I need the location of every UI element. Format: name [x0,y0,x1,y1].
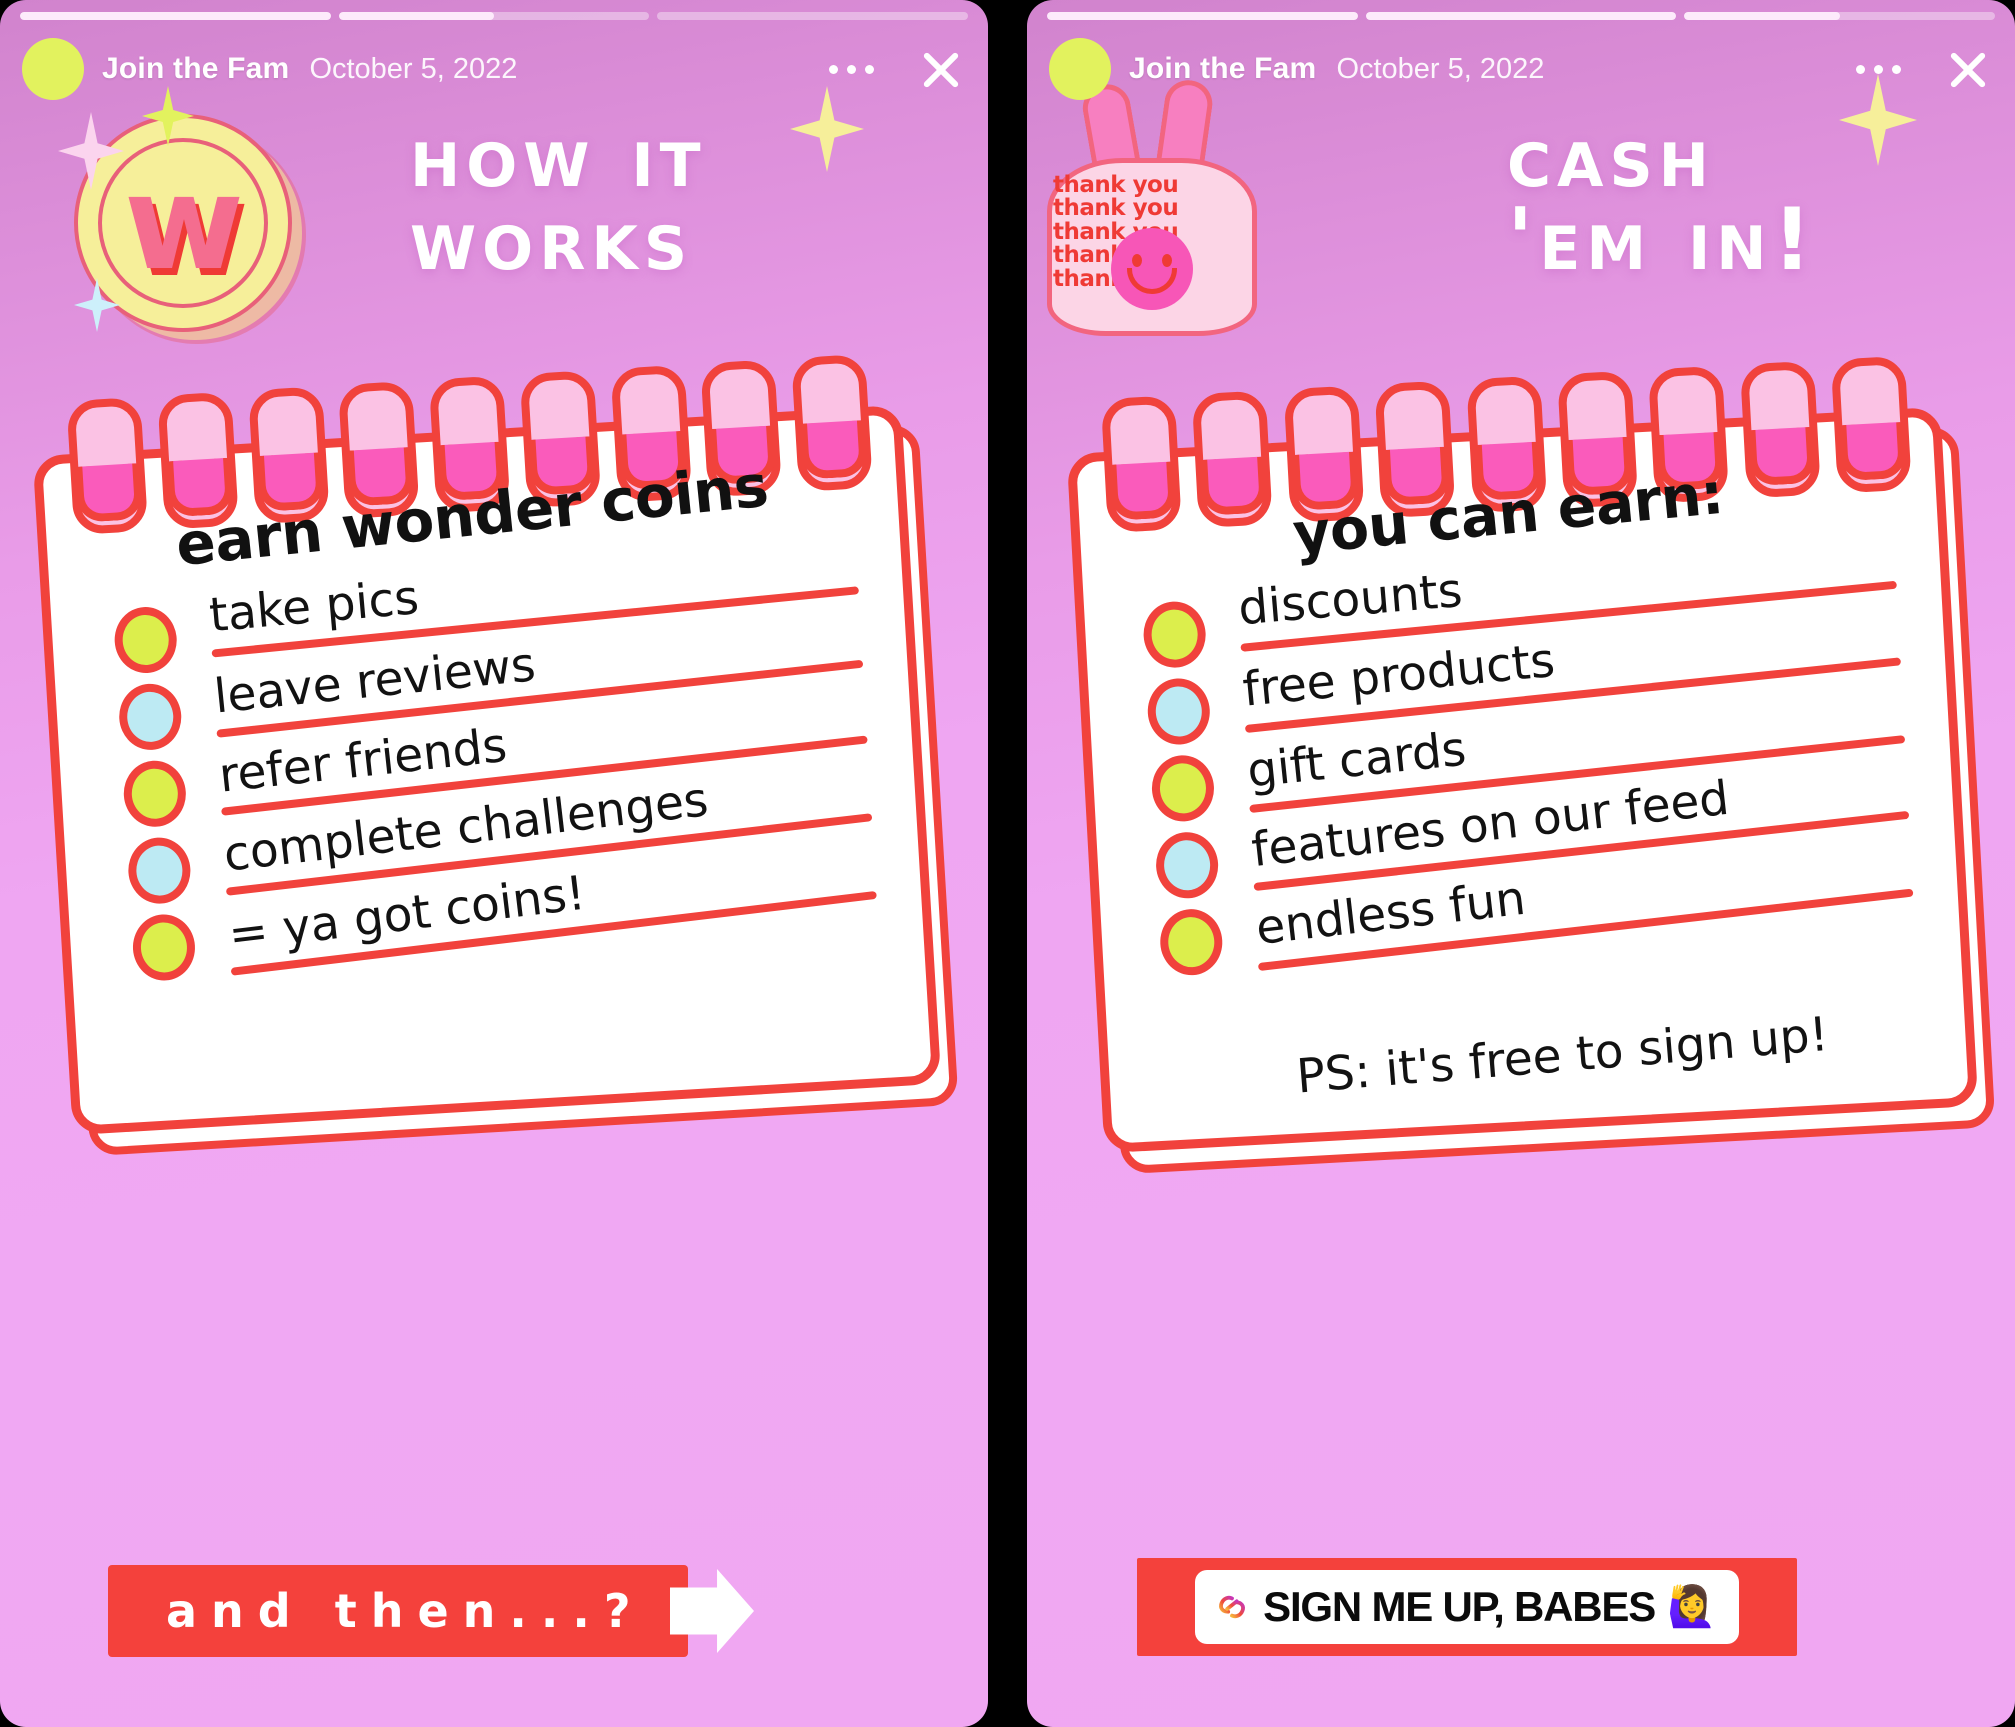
spiral-ring-icon [338,382,403,503]
close-icon[interactable] [1941,43,1993,95]
raising-hand-emoji: 🙋‍♀️ [1667,1585,1717,1629]
progress-segment[interactable] [657,12,969,20]
flower-shape [790,1420,980,1644]
story-headline-2: cash 'em in! [1507,107,1987,290]
spiral-ring-icon [1283,386,1347,507]
next-story-cta-1[interactable]: and then...? [108,1565,688,1657]
flower-shape [1549,1318,1779,1589]
flower-shape [250,1400,410,1589]
panel-divider [988,0,1027,1727]
cta-label: and then...? [166,1584,645,1638]
arrow-right-icon[interactable] [670,1569,754,1653]
avatar[interactable] [1049,38,1111,100]
story-date: October 5, 2022 [309,52,518,85]
notepad-list-2: discounts free products gift cards featu… [1141,544,1920,977]
notepad-card-1: earn wonder coins take pics leave review… [32,404,959,1157]
flower-shape [0,1310,190,1581]
headline-line-2: works [410,189,694,290]
headline-line-1: how it [410,107,707,207]
spiral-ring-icon [157,392,222,513]
spiral-ring-icon [248,387,313,508]
notepad-front-sheet: you can earn: discounts free products gi… [1066,406,1979,1154]
list-bullet [1158,907,1225,977]
story-panel-2[interactable]: Join the Fam October 5, 2022 thank you th… [1027,0,2015,1727]
spiral-ring-icon [1192,391,1256,512]
spiral-ring-icon [1101,396,1165,517]
story-header-2: Join the Fam October 5, 2022 [1049,34,1993,104]
coin-letter: w [123,147,245,299]
link-chain-icon [1213,1588,1251,1626]
avatar[interactable] [22,38,84,100]
story-progress-bar-2 [1047,12,1996,20]
flower-shape [1027,1624,1133,1727]
story-date: October 5, 2022 [1336,52,1545,85]
progress-segment-active[interactable] [1684,12,1996,20]
account-name[interactable]: Join the Fam [1129,52,1316,86]
notepad-list-1: take pics leave reviews refer friends co… [112,546,884,983]
spiral-ring-icon [1375,381,1439,502]
spiral-ring-icon [66,398,131,519]
instagram-stories-pair: Join the Fam October 5, 2022 w how it wo… [0,0,2015,1727]
story-headline-1: how it works [410,107,950,290]
link-sticker-bar[interactable]: SIGN ME UP, BABES 🙋‍♀️ [1137,1558,1797,1656]
signup-link-sticker[interactable]: SIGN ME UP, BABES 🙋‍♀️ [1137,1558,1797,1656]
cta-bar[interactable]: and then...? [108,1565,688,1657]
progress-segment[interactable] [1365,12,1677,20]
notepad-footnote: PS: it's free to sign up! [1294,1006,1831,1105]
sparkle-icon [58,112,124,190]
smiley-face-icon [1111,228,1193,310]
more-horizontal-icon[interactable] [1850,55,1907,84]
link-pill[interactable]: SIGN ME UP, BABES 🙋‍♀️ [1195,1570,1739,1644]
story-panel-1[interactable]: Join the Fam October 5, 2022 w how it wo… [0,0,988,1727]
close-icon[interactable] [914,43,966,95]
flower-shape [520,1330,750,1601]
progress-segment[interactable] [1047,12,1358,20]
sparkle-icon [74,278,120,332]
flower-shape [10,1600,120,1727]
story-progress-bar-1 [20,12,969,20]
thank-you-bag-sticker: thank youthank youthank youthank youthan… [1039,77,1269,338]
link-sticker-label: SIGN ME UP, BABES [1263,1583,1656,1630]
notepad-front-sheet: earn wonder coins take pics leave review… [32,404,942,1136]
account-name[interactable]: Join the Fam [102,52,289,86]
flower-shape [1856,1391,2015,1615]
more-horizontal-icon[interactable] [823,55,880,84]
list-bullet [131,912,197,983]
headline-line-1: cash [1507,107,1715,207]
story-header-1: Join the Fam October 5, 2022 [22,34,966,104]
notepad-card-2: you can earn: discounts free products gi… [1066,406,1996,1175]
progress-segment[interactable] [20,12,331,20]
headline-line-2: 'em in! [1507,189,1818,290]
progress-segment-active[interactable] [338,12,650,20]
wonder-coin-sticker: w [62,92,312,342]
